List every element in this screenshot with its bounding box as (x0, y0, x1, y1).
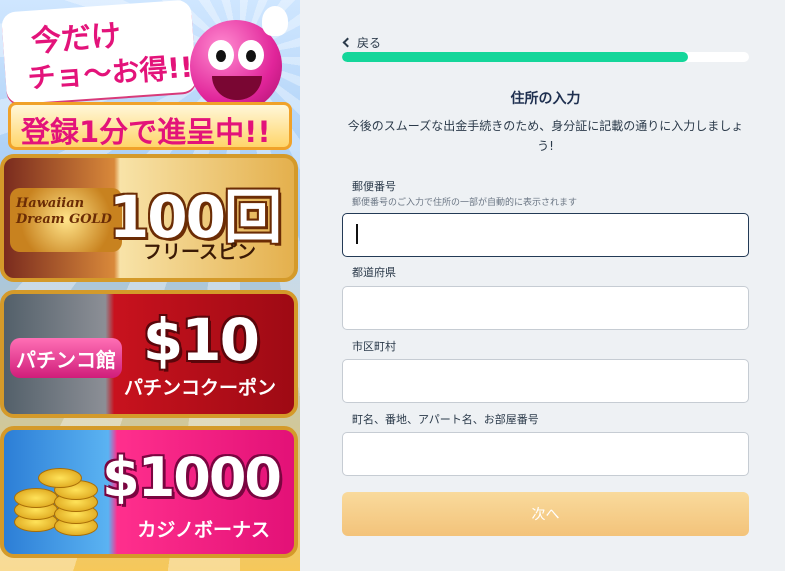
mascot-hand (262, 6, 288, 36)
back-label: 戻る (357, 36, 382, 50)
promo-subtitle: カジノボーナス (137, 519, 270, 541)
promo-banner[interactable]: 今だけ チョ〜お得!! 登録1分で進呈中!! Hawaiian Dream GO… (0, 0, 300, 571)
chevron-left-icon (342, 37, 353, 48)
postal-code-label: 郵便番号 (352, 180, 396, 193)
next-button[interactable]: 次へ (342, 492, 749, 536)
mascot-eye-left (208, 40, 234, 70)
progress-fill (342, 52, 688, 62)
promo-card-pachinko[interactable]: パチンコ館 $10 パチンコクーポン (0, 290, 298, 418)
gold-coins-icon (8, 460, 116, 544)
promo-card-freespin[interactable]: Hawaiian Dream GOLD 100回 フリースピン (0, 154, 298, 282)
page-description: 今後のスムーズな出金手続きのため、身分証に記載の通りに入力しましょう! (347, 119, 744, 153)
logo-text: パチンコ館 (16, 348, 116, 372)
street-label: 町名、番地、アパート名、お部屋番号 (352, 413, 539, 426)
city-input[interactable] (342, 359, 749, 403)
page-title: 住所の入力 (510, 91, 581, 107)
coin (38, 468, 82, 488)
mascot-eye-right (238, 40, 264, 70)
ribbon-text: 登録1分で進呈中!! (21, 115, 271, 149)
promo-subtitle: パチンコクーポン (123, 377, 276, 399)
promo-subtitle: フリースピン (142, 241, 256, 263)
coin (14, 488, 58, 508)
promo-card-casino[interactable]: $1000 カジノボーナス (0, 426, 298, 558)
text-caret (356, 224, 358, 244)
hawaiian-dream-logo: Hawaiian Dream GOLD (10, 188, 122, 252)
pachinko-logo: パチンコ館 (10, 338, 122, 378)
logo-text: Hawaiian Dream GOLD (16, 196, 112, 227)
progress-bar (342, 52, 749, 62)
prefecture-label: 都道府県 (352, 266, 396, 279)
promo-amount: $1000 (102, 446, 282, 509)
back-link[interactable]: 戻る (342, 34, 382, 51)
mascot-icon (190, 6, 288, 112)
postal-code-input[interactable] (342, 213, 749, 257)
prefecture-input[interactable] (342, 286, 749, 330)
promo-ribbon: 登録1分で進呈中!! (8, 102, 292, 150)
postal-code-hint: 郵便番号のご入力で住所の一部が自動的に表示されます (352, 198, 578, 208)
city-label: 市区町村 (352, 340, 396, 353)
street-input[interactable] (342, 432, 749, 476)
promo-amount: $10 (142, 306, 260, 374)
mascot-mouth (212, 76, 262, 100)
speech-bubble: 今だけ チョ〜お得!! (1, 0, 197, 105)
